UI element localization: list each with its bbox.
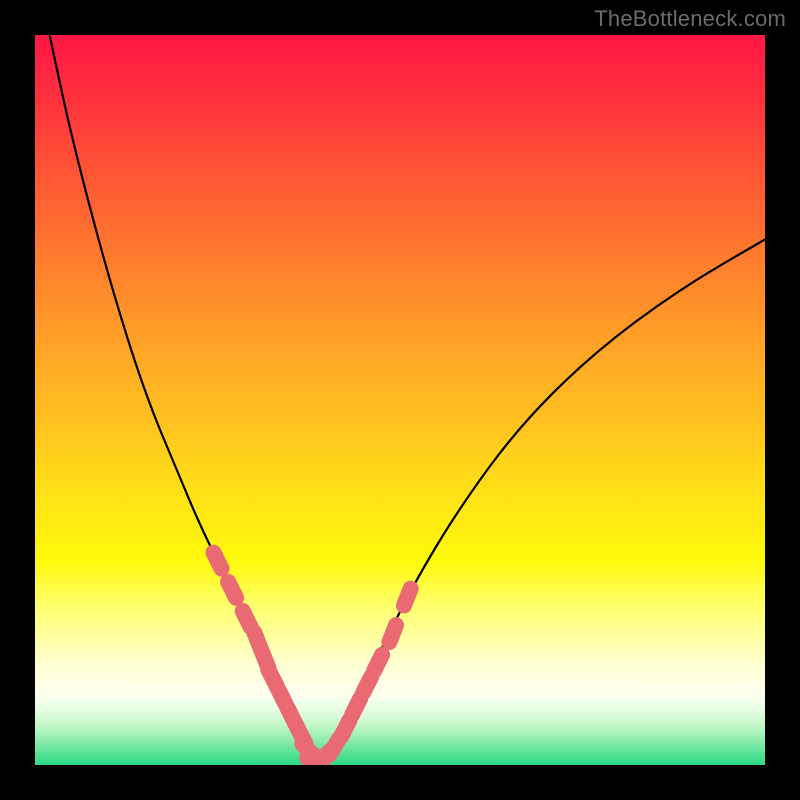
highlight-marker xyxy=(352,699,360,715)
highlight-marker xyxy=(341,721,349,737)
curve-layer xyxy=(35,35,765,765)
plot-area xyxy=(35,35,765,765)
chart-frame: TheBottleneck.com xyxy=(0,0,800,800)
highlight-marker xyxy=(243,611,251,627)
highlight-marker xyxy=(228,582,236,598)
curve-right-branch xyxy=(327,239,765,757)
highlight-marker xyxy=(404,589,411,606)
highlight-marker xyxy=(389,625,396,642)
watermark-text: TheBottleneck.com xyxy=(594,6,786,32)
highlight-marker xyxy=(374,655,382,671)
highlight-marker xyxy=(214,553,222,569)
curve-left-branch xyxy=(50,35,309,758)
highlight-marker xyxy=(363,677,371,693)
highlight-markers xyxy=(214,553,411,765)
